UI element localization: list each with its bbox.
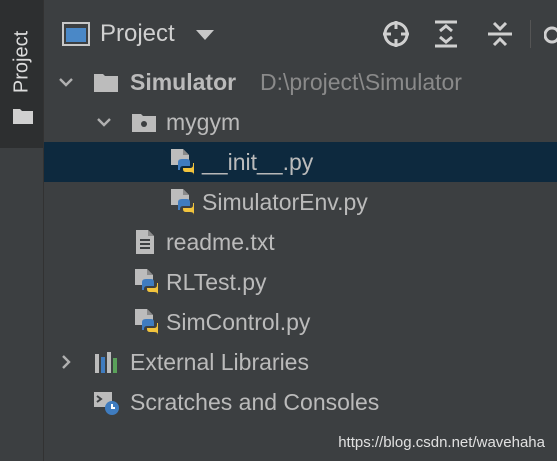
tree-row-scratches-and-consoles[interactable]: Scratches and Consoles <box>44 382 557 422</box>
chevron-down-icon[interactable] <box>196 30 214 40</box>
collapse-all-icon[interactable] <box>484 18 516 50</box>
tree-label-simulatorenv-py: SimulatorEnv.py <box>202 189 368 215</box>
chevron-right-icon[interactable] <box>58 354 74 370</box>
python-file-icon <box>171 189 194 215</box>
tree-row-mygym[interactable]: mygym <box>44 102 557 142</box>
tree-label-simcontrol-py: SimControl.py <box>166 309 311 335</box>
view-selector-title[interactable]: Project <box>100 20 175 48</box>
tree-row-simcontrol-py[interactable]: SimControl.py <box>44 302 557 342</box>
text-file-icon <box>136 230 154 254</box>
project-tool-tab-label: Project <box>10 30 33 94</box>
chevron-down-icon[interactable] <box>58 74 74 90</box>
tree-row-rltest-py[interactable]: RLTest.py <box>44 262 557 302</box>
watermark-text: https://blog.csdn.net/wavehaha <box>338 434 545 451</box>
tree-label-rltest-py: RLTest.py <box>166 269 267 295</box>
panel-header: Project <box>44 0 557 68</box>
library-icon <box>95 352 117 373</box>
scratches-icon <box>94 392 119 415</box>
tree-label-scratches-and-consoles: Scratches and Consoles <box>130 389 380 415</box>
folder-icon <box>94 74 118 92</box>
settings-icon[interactable] <box>544 20 557 50</box>
folder-icon <box>13 109 33 124</box>
tree-label-readme-txt: readme.txt <box>166 229 275 255</box>
package-folder-icon <box>132 114 156 132</box>
python-file-icon <box>171 149 194 175</box>
tree-label-init-py: __init__.py <box>202 149 314 175</box>
project-view-icon <box>62 22 90 46</box>
expand-all-icon[interactable] <box>430 18 462 50</box>
python-file-icon <box>135 309 158 335</box>
python-file-icon <box>135 269 158 295</box>
tree-label-external-libraries: External Libraries <box>130 349 309 375</box>
tree-row-simulator[interactable]: Simulator D:\project\Simulator <box>44 62 557 102</box>
tree-label-simulator: Simulator <box>130 69 237 95</box>
tree-label-mygym: mygym <box>166 109 241 135</box>
toolbar-separator <box>530 20 531 48</box>
locate-icon[interactable] <box>380 18 412 50</box>
tree-row-readme-txt[interactable]: readme.txt <box>44 222 557 262</box>
tree-path-simulator: D:\project\Simulator <box>260 69 462 95</box>
project-panel: Project Simulator D:\project\Simulator m… <box>44 0 557 461</box>
tree-row-external-libraries[interactable]: External Libraries <box>44 342 557 382</box>
chevron-down-icon[interactable] <box>96 114 112 130</box>
tool-window-strip: Project <box>0 0 44 461</box>
tree-row-init-py[interactable]: __init__.py <box>44 142 557 182</box>
project-tool-tab[interactable]: Project <box>0 0 43 148</box>
tree-row-simulatorenv-py[interactable]: SimulatorEnv.py <box>44 182 557 222</box>
